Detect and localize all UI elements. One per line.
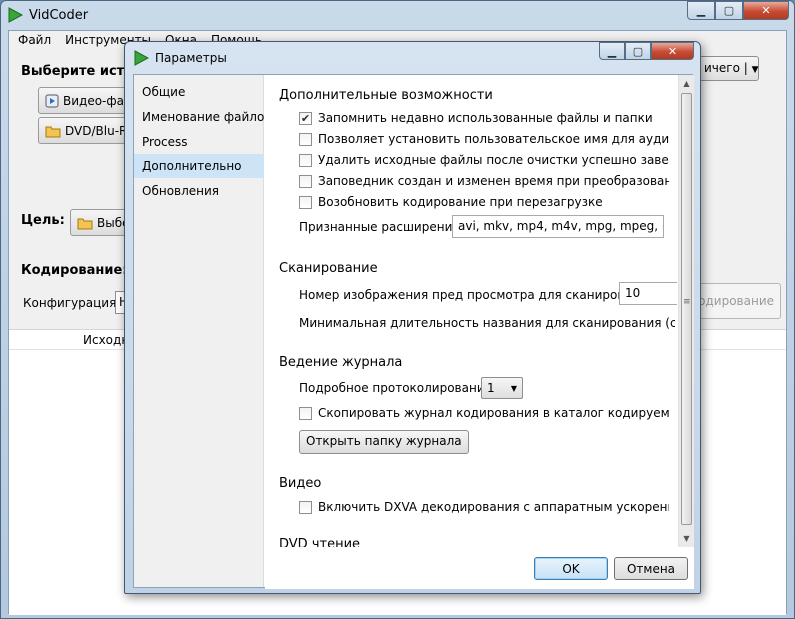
- log-verbosity-label: Подробное протоколирование:: [299, 381, 497, 395]
- remember-files-checkbox[interactable]: ✔: [299, 111, 312, 125]
- checkbox-row-preserve-times[interactable]: Заповедник создан и изменен время при пр…: [299, 174, 669, 188]
- settings-dialog: Параметры ▁ ▢ ✕ Общие Именование файлов …: [124, 41, 701, 594]
- main-caption-buttons: ▁ ▢ ✕: [687, 1, 789, 20]
- checkbox-label: Позволяет установить пользовательское им…: [318, 132, 669, 146]
- target-label: Цель:: [21, 213, 65, 228]
- dxva-checkbox[interactable]: [299, 500, 312, 514]
- min-duration-label: Минимальная длительность названия для ск…: [299, 316, 675, 330]
- checkbox-label: Возобновить кодирование при перезагрузке: [318, 195, 603, 209]
- dialog-footer: OK Отмена: [265, 547, 694, 589]
- close-icon[interactable]: ✕: [743, 1, 789, 20]
- vidcoder-play-icon: [134, 50, 149, 66]
- close-icon[interactable]: ✕: [651, 42, 694, 60]
- nav-item-advanced[interactable]: Дополнительно: [134, 154, 264, 178]
- dialog-titlebar: Параметры: [133, 50, 227, 66]
- maximize-icon[interactable]: ▢: [715, 1, 743, 20]
- folder-icon: [45, 126, 61, 137]
- menu-file[interactable]: Файл: [11, 31, 58, 51]
- section-title-advanced: Дополнительные возможности: [279, 88, 493, 103]
- scrollbar-thumb[interactable]: ≡: [681, 93, 692, 525]
- content-scrollbar[interactable]: ▲ ≡ ▼: [678, 75, 694, 547]
- preset-select-value: ичего |: [704, 61, 748, 75]
- preserve-times-checkbox[interactable]: [299, 174, 312, 188]
- main-window-title: VidCoder: [29, 7, 89, 23]
- log-verbosity-value: 1: [487, 381, 495, 395]
- section-title-dvd: DVD чтение: [279, 537, 361, 547]
- checkbox-row-resume-encoding[interactable]: Возобновить кодирование при перезагрузке: [299, 195, 669, 209]
- encode-button[interactable]: Кодирование: [690, 283, 781, 319]
- settings-content: Дополнительные возможности ✔ Запомнить н…: [265, 75, 677, 547]
- grip-icon: ≡: [683, 297, 691, 307]
- checkbox-label: Удалить исходные файлы после очистки усп…: [318, 153, 669, 167]
- nav-item-file-naming[interactable]: Именование файлов: [134, 105, 264, 129]
- resume-encoding-checkbox[interactable]: [299, 195, 312, 209]
- settings-nav: Общие Именование файлов Process Дополнит…: [134, 75, 264, 587]
- checkbox-label: Скопировать журнал кодирования в каталог…: [318, 406, 669, 420]
- extensions-label: Признанные расширения:: [299, 220, 464, 234]
- checkbox-row-remember-files[interactable]: ✔ Запомнить недавно использованные файлы…: [299, 111, 669, 125]
- section-title-scanning: Сканирование: [279, 261, 378, 276]
- video-file-icon: [45, 94, 59, 107]
- preview-count-label: Номер изображения пред просмотра для ска…: [299, 288, 659, 302]
- checkbox-label: Включить DXVA декодирования с аппаратным…: [318, 500, 669, 514]
- chevron-down-icon: ▼: [751, 65, 759, 75]
- vidcoder-play-icon: [8, 7, 23, 23]
- dialog-caption-buttons: ▁ ▢ ✕: [599, 42, 694, 60]
- preset-select[interactable]: ичего | ▼: [699, 56, 759, 81]
- log-verbosity-select[interactable]: 1 ▼: [481, 377, 523, 399]
- delete-source-checkbox[interactable]: [299, 153, 312, 167]
- minimize-icon[interactable]: ▁: [687, 1, 715, 20]
- scroll-up-icon[interactable]: ▲: [679, 75, 694, 91]
- checkbox-label: Запомнить недавно использованные файлы и…: [318, 111, 653, 125]
- chevron-down-icon: ▼: [510, 383, 517, 393]
- encoding-label: Кодирование:: [21, 263, 128, 278]
- folder-icon: [77, 218, 93, 229]
- nav-item-process[interactable]: Process: [134, 130, 264, 154]
- video-file-button-label: Видео-фай: [63, 93, 132, 108]
- section-title-logging: Ведение журнала: [279, 355, 403, 370]
- checkbox-row-dxva[interactable]: Включить DXVA декодирования с аппаратным…: [299, 500, 669, 514]
- preview-count-input[interactable]: 10: [619, 282, 677, 305]
- extensions-input[interactable]: avi, mkv, mp4, m4v, mpg, mpeg, mov: [452, 215, 664, 238]
- ok-button[interactable]: OK: [534, 557, 608, 580]
- minimize-icon[interactable]: ▁: [599, 42, 625, 60]
- checkbox-row-custom-audio-names[interactable]: Позволяет установить пользовательское им…: [299, 132, 669, 146]
- nav-item-general[interactable]: Общие: [134, 80, 264, 104]
- dialog-title: Параметры: [155, 51, 227, 65]
- cancel-button[interactable]: Отмена: [614, 557, 688, 580]
- checkbox-row-delete-source[interactable]: Удалить исходные файлы после очистки усп…: [299, 153, 669, 167]
- section-title-video: Видео: [279, 476, 322, 491]
- scroll-down-icon[interactable]: ▼: [679, 530, 694, 546]
- source-label: Выберите исто: [21, 64, 134, 79]
- dialog-client: Общие Именование файлов Process Дополнит…: [133, 74, 694, 589]
- checkbox-label: Заповедник создан и изменен время при пр…: [318, 174, 669, 188]
- maximize-icon[interactable]: ▢: [625, 42, 651, 60]
- custom-audio-names-checkbox[interactable]: [299, 132, 312, 146]
- config-label: Конфигурация:: [23, 296, 121, 310]
- checkbox-row-copy-log[interactable]: Скопировать журнал кодирования в каталог…: [299, 406, 669, 420]
- nav-item-updates[interactable]: Обновления: [134, 179, 264, 203]
- copy-log-checkbox[interactable]: [299, 406, 312, 420]
- queue-column-source[interactable]: Исходн: [83, 333, 129, 347]
- main-titlebar: VidCoder: [7, 5, 88, 25]
- open-log-folder-button[interactable]: Открыть папку журнала: [299, 430, 469, 454]
